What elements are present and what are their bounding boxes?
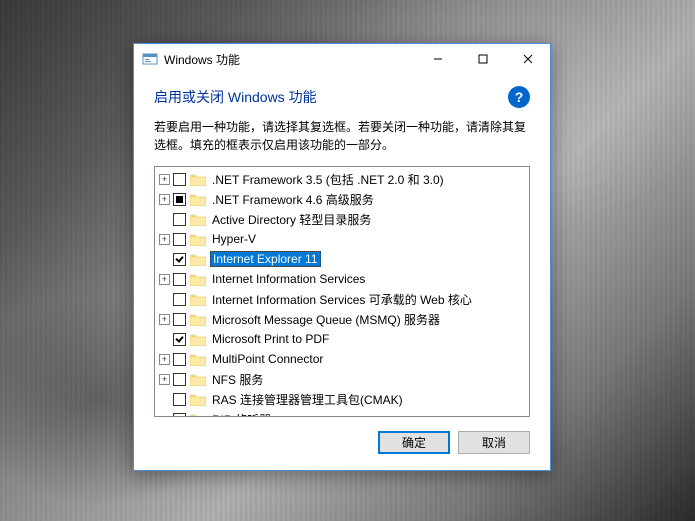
feature-checkbox[interactable]	[173, 413, 186, 418]
app-icon	[142, 51, 158, 67]
window-title: Windows 功能	[164, 51, 415, 68]
feature-item[interactable]: + .NET Framework 4.6 高级服务	[155, 189, 529, 209]
dialog-heading: 启用或关闭 Windows 功能	[154, 87, 317, 107]
feature-item[interactable]: +Active Directory 轻型目录服务	[155, 209, 529, 229]
titlebar[interactable]: Windows 功能	[134, 44, 550, 74]
feature-label[interactable]: Active Directory 轻型目录服务	[210, 211, 373, 228]
feature-item[interactable]: + MultiPoint Connector	[155, 349, 529, 369]
cancel-button[interactable]: 取消	[458, 431, 530, 454]
feature-item[interactable]: +RIP 侦听器	[155, 409, 529, 417]
folder-icon	[190, 393, 206, 406]
dialog-buttons: 确定 取消	[154, 431, 530, 454]
feature-label[interactable]: Internet Information Services 可承载的 Web 核…	[210, 291, 474, 308]
expand-icon[interactable]: +	[159, 274, 170, 285]
folder-icon	[190, 333, 206, 346]
feature-label[interactable]: RAS 连接管理器管理工具包(CMAK)	[210, 391, 405, 408]
feature-checkbox[interactable]	[173, 393, 186, 406]
feature-checkbox[interactable]	[173, 193, 186, 206]
features-tree[interactable]: +.NET Framework 3.5 (包括 .NET 2.0 和 3.0)+…	[154, 166, 530, 417]
folder-icon	[190, 353, 206, 366]
feature-checkbox[interactable]	[173, 373, 186, 386]
feature-item[interactable]: + NFS 服务	[155, 369, 529, 389]
ok-button[interactable]: 确定	[378, 431, 450, 454]
feature-item[interactable]: +RAS 连接管理器管理工具包(CMAK)	[155, 389, 529, 409]
help-icon[interactable]: ?	[508, 86, 530, 108]
feature-label[interactable]: .NET Framework 4.6 高级服务	[210, 191, 376, 208]
expand-icon[interactable]: +	[159, 374, 170, 385]
feature-checkbox[interactable]	[173, 273, 186, 286]
folder-icon	[190, 253, 206, 266]
folder-icon	[190, 413, 206, 418]
feature-item[interactable]: +Internet Explorer 11	[155, 249, 529, 269]
feature-checkbox[interactable]	[173, 173, 186, 186]
feature-label[interactable]: .NET Framework 3.5 (包括 .NET 2.0 和 3.0)	[210, 171, 446, 188]
feature-label[interactable]: NFS 服务	[210, 371, 265, 388]
feature-label[interactable]: MultiPoint Connector	[210, 352, 325, 366]
feature-checkbox[interactable]	[173, 233, 186, 246]
close-button[interactable]	[505, 44, 550, 74]
folder-icon	[190, 313, 206, 326]
expand-icon[interactable]: +	[159, 234, 170, 245]
expand-icon[interactable]: +	[159, 174, 170, 185]
feature-checkbox[interactable]	[173, 253, 186, 266]
folder-icon	[190, 373, 206, 386]
feature-label[interactable]: Microsoft Message Queue (MSMQ) 服务器	[210, 311, 442, 328]
folder-icon	[190, 273, 206, 286]
dialog-description: 若要启用一种功能，请选择其复选框。若要关闭一种功能，请清除其复选框。填充的框表示…	[154, 118, 530, 154]
folder-icon	[190, 193, 206, 206]
maximize-button[interactable]	[460, 44, 505, 74]
feature-item[interactable]: + .NET Framework 3.5 (包括 .NET 2.0 和 3.0)	[155, 169, 529, 189]
expand-icon[interactable]: +	[159, 194, 170, 205]
feature-checkbox[interactable]	[173, 353, 186, 366]
folder-icon	[190, 293, 206, 306]
feature-label[interactable]: Hyper-V	[210, 232, 258, 246]
feature-item[interactable]: + Hyper-V	[155, 229, 529, 249]
folder-icon	[190, 213, 206, 226]
feature-item[interactable]: + Internet Information Services	[155, 269, 529, 289]
feature-checkbox[interactable]	[173, 313, 186, 326]
feature-checkbox[interactable]	[173, 293, 186, 306]
feature-label[interactable]: Microsoft Print to PDF	[210, 332, 331, 346]
feature-label[interactable]: Internet Information Services	[210, 272, 367, 286]
folder-icon	[190, 233, 206, 246]
expand-icon[interactable]: +	[159, 314, 170, 325]
folder-icon	[190, 173, 206, 186]
feature-checkbox[interactable]	[173, 333, 186, 346]
heading-row: 启用或关闭 Windows 功能 ?	[154, 86, 530, 108]
expand-icon[interactable]: +	[159, 354, 170, 365]
feature-item[interactable]: + Microsoft Message Queue (MSMQ) 服务器	[155, 309, 529, 329]
feature-label[interactable]: RIP 侦听器	[210, 411, 273, 418]
feature-label[interactable]: Internet Explorer 11	[210, 251, 321, 267]
feature-item[interactable]: +Microsoft Print to PDF	[155, 329, 529, 349]
windows-features-dialog: Windows 功能 启用或关闭 Windows 功能 ? 若要启用一种功能，请…	[133, 43, 551, 471]
dialog-content: 启用或关闭 Windows 功能 ? 若要启用一种功能，请选择其复选框。若要关闭…	[134, 74, 550, 470]
minimize-button[interactable]	[415, 44, 460, 74]
feature-item[interactable]: +Internet Information Services 可承载的 Web …	[155, 289, 529, 309]
feature-checkbox[interactable]	[173, 213, 186, 226]
